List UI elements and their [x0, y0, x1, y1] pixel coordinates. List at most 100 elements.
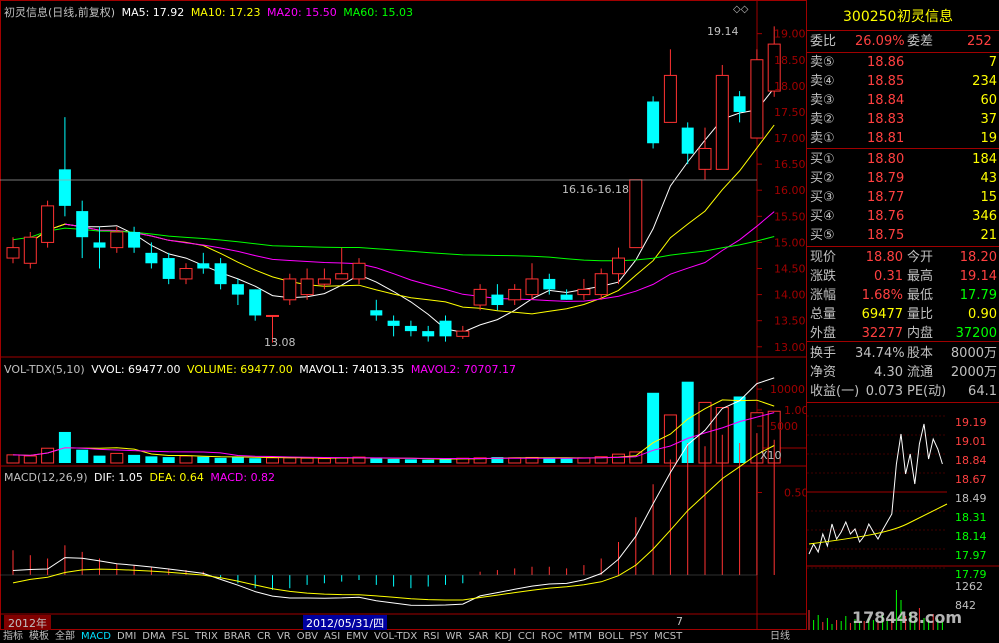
stat-value: 0.90 — [968, 307, 997, 322]
macd-axis-label: 0.50 — [784, 487, 807, 500]
price-axis-label: 13.00 — [774, 341, 806, 354]
volume-bar — [6, 454, 20, 464]
candle — [23, 231, 37, 269]
volume-bar — [179, 455, 193, 464]
candle — [58, 117, 71, 217]
volume-bar — [629, 451, 643, 464]
price-axis-label: 17.50 — [774, 106, 806, 119]
volume-bar — [283, 457, 297, 464]
candle — [352, 258, 366, 285]
stat-row: 收益(一) 0.073 PE(动) 64.1 — [807, 382, 999, 401]
candle — [629, 179, 643, 249]
candle — [473, 284, 487, 311]
stat-label: 换手 — [810, 346, 837, 361]
cursor-date: 2012/05/31/四 — [303, 615, 388, 631]
ma20-line — [64, 211, 775, 302]
chart-panel[interactable]: 19.00 18.50 18.00 17.50 17.00 16.50 16.00 15.50… — [0, 0, 807, 643]
tab-wr[interactable]: WR — [442, 630, 465, 643]
tab-vr[interactable]: VR — [274, 630, 294, 643]
volume-bar — [612, 453, 625, 464]
mini-price-label: 17.97 — [955, 549, 987, 562]
volume-bar — [41, 447, 55, 464]
tab-sar[interactable]: SAR — [465, 630, 491, 643]
gap-annotation: 16.16-16.18 — [562, 183, 629, 196]
stat-value: 34.74% — [855, 346, 905, 361]
stock-header: 300250 初灵信息 — [807, 8, 999, 27]
tab-macd[interactable]: MACD — [78, 630, 114, 643]
volume-bar — [231, 457, 244, 463]
volume-bar — [370, 458, 383, 463]
bids-row: 买② 18.79 43 — [807, 169, 999, 188]
asks-price: 18.83 — [867, 112, 905, 127]
tab-rsi[interactable]: RSI — [420, 630, 442, 643]
stat-label: 最低 — [907, 288, 934, 303]
tab-daily[interactable]: 日线 — [770, 630, 790, 643]
tab-roc[interactable]: ROC — [538, 630, 566, 643]
stat-value: 19.14 — [959, 269, 997, 284]
stat-label: 收益(一) — [810, 384, 860, 399]
asks-volume: 234 — [972, 74, 997, 89]
mini-price-label: 19.19 — [955, 416, 987, 429]
candle — [508, 284, 522, 306]
asks-volume: 19 — [980, 131, 997, 146]
tab-fsl[interactable]: FSL — [168, 630, 192, 643]
stat-value: 4.30 — [874, 365, 903, 380]
kline-chart[interactable]: 19.00 18.50 18.00 17.50 17.00 16.50 16.00 15.50… — [0, 0, 807, 643]
price-axis-label: 18.50 — [774, 54, 806, 67]
stat-value: 0.073 — [865, 384, 903, 399]
candle — [422, 325, 435, 342]
tab-mcst[interactable]: MCST — [651, 630, 685, 643]
ma60-line — [12, 227, 775, 262]
stat-row: 净资 4.30 流通 2000万 — [807, 363, 999, 382]
tab-全部[interactable]: 全部 — [52, 630, 78, 643]
tab-asi[interactable]: ASI — [321, 630, 343, 643]
tab-dma[interactable]: DMA — [139, 630, 168, 643]
price-axis-label: 15.00 — [774, 236, 806, 249]
vvol-label: VVOL: 69477.00 — [91, 363, 181, 376]
stat-row: 涨幅 1.68% 最低 17.79 — [807, 286, 999, 305]
candle — [6, 237, 20, 264]
stat-label: 今开 — [907, 250, 934, 265]
tab-obv[interactable]: OBV — [294, 630, 321, 643]
asks-price: 18.85 — [867, 74, 905, 89]
tab-brar[interactable]: BRAR — [221, 630, 254, 643]
tab-vol-tdx[interactable]: VOL-TDX — [371, 630, 420, 643]
candle — [214, 258, 227, 290]
candle — [681, 122, 694, 165]
volume-bar — [266, 457, 279, 464]
candle — [179, 263, 193, 285]
bids-price: 18.79 — [867, 171, 905, 186]
price-axis-label: 16.00 — [774, 184, 806, 197]
tab-kdj[interactable]: KDJ — [492, 630, 515, 643]
candle — [249, 289, 262, 321]
bids-price: 18.76 — [867, 209, 905, 224]
intraday-price-line — [808, 423, 943, 555]
price-legend: 初灵信息(日线,前复权) MA5: 17.92 MA10: 17.23 MA20… — [4, 4, 413, 20]
expand-icon[interactable]: ◇◇ — [733, 4, 748, 15]
volume-bar — [23, 455, 37, 464]
volume-bar — [76, 449, 89, 463]
tab-mtm[interactable]: MTM — [566, 630, 595, 643]
tab-指标[interactable]: 指标 — [0, 630, 26, 643]
tab-cci[interactable]: CCI — [515, 630, 538, 643]
tab-dmi[interactable]: DMI — [114, 630, 139, 643]
weicha-value: 252 — [967, 34, 992, 49]
candle — [439, 315, 452, 342]
bids-volume: 346 — [972, 209, 997, 224]
asks-row: 卖④ 18.85 234 — [807, 72, 999, 91]
low-annotation: 13.08 — [264, 336, 296, 349]
tab-模板[interactable]: 模板 — [26, 630, 52, 643]
price-axis-label: 14.00 — [774, 289, 806, 302]
tab-trix[interactable]: TRIX — [192, 630, 221, 643]
bids-label: 买① — [810, 152, 835, 167]
price-axis-label: 16.50 — [774, 158, 806, 171]
month-label: 7 — [676, 615, 683, 628]
tab-cr[interactable]: CR — [254, 630, 274, 643]
tab-emv[interactable]: EMV — [343, 630, 371, 643]
bids-label: 买⑤ — [810, 228, 835, 243]
stat-value: 17.79 — [959, 288, 997, 303]
candle — [577, 278, 591, 300]
tab-psy[interactable]: PSY — [627, 630, 652, 643]
stat-label: 流通 — [907, 365, 934, 380]
tab-boll[interactable]: BOLL — [595, 630, 627, 643]
